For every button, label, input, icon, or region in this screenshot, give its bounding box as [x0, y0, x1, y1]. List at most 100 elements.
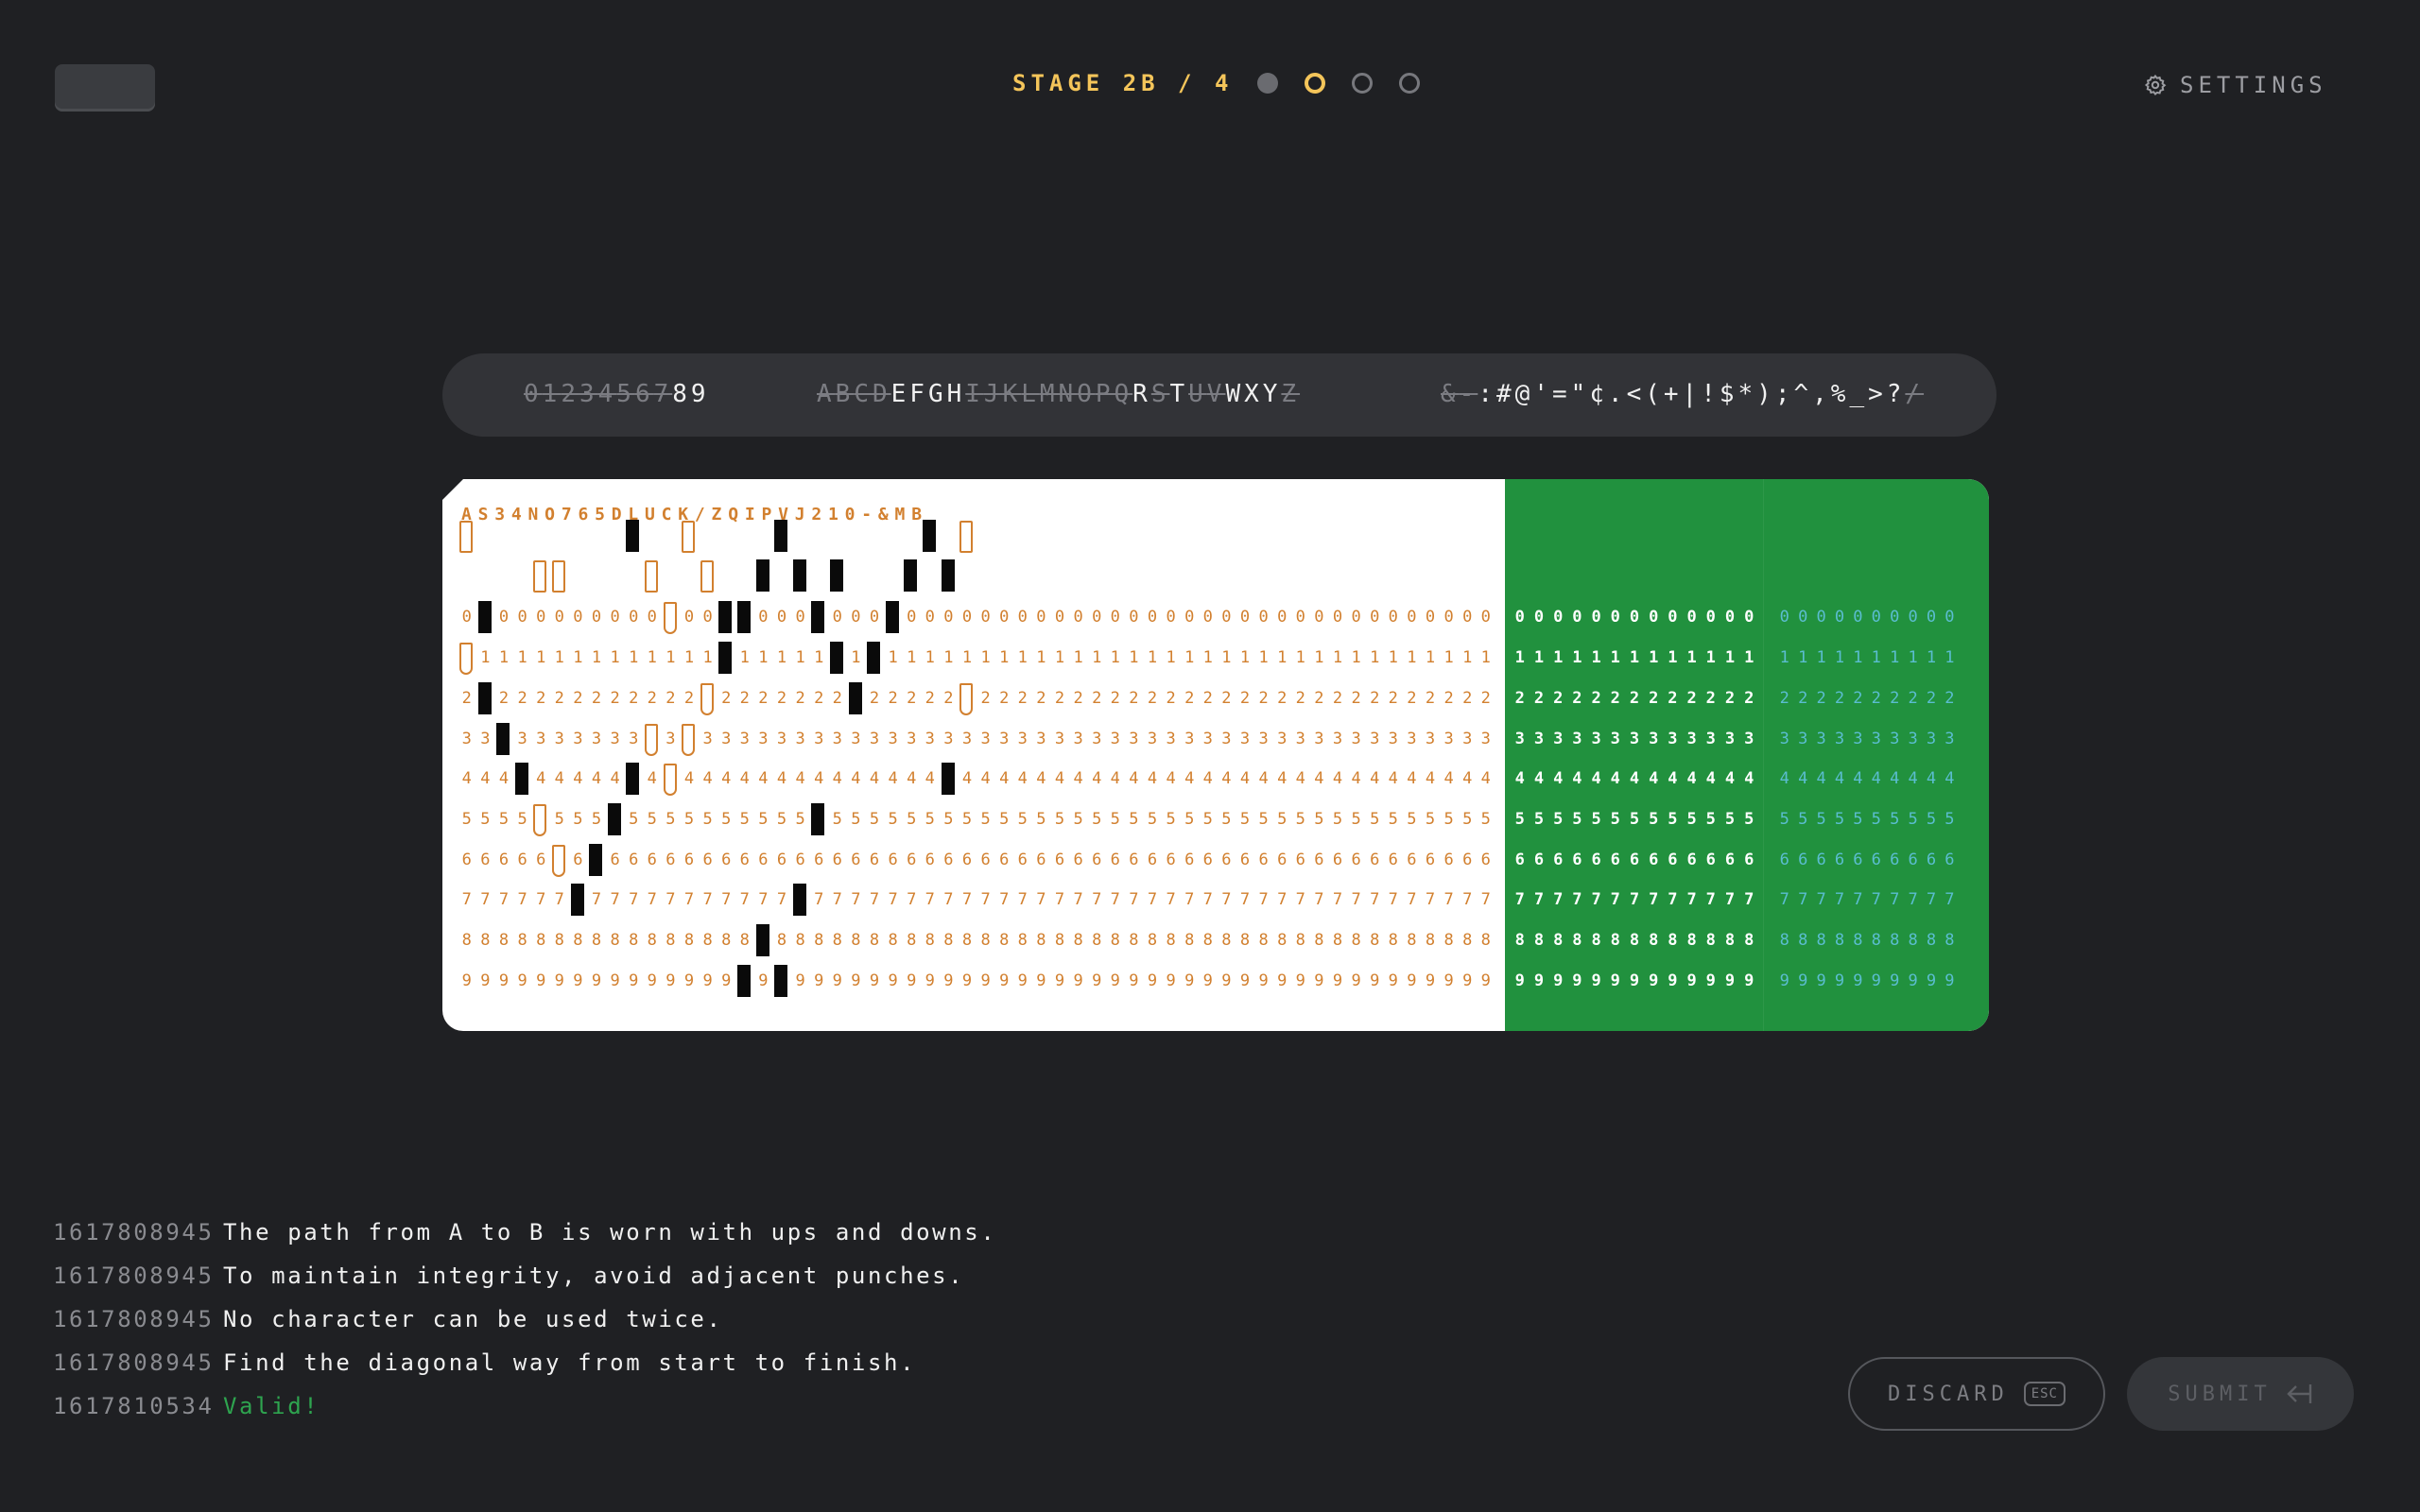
- card-digit[interactable]: 1: [1403, 644, 1422, 672]
- card-digit[interactable]: 4: [865, 765, 884, 793]
- card-digit[interactable]: 5: [791, 805, 810, 833]
- card-digit[interactable]: 3: [1291, 725, 1310, 753]
- card-punch[interactable]: [718, 601, 733, 633]
- card-digit[interactable]: 3: [1477, 725, 1495, 753]
- card-digit[interactable]: 7: [550, 885, 569, 914]
- card-digit[interactable]: 9: [1458, 967, 1477, 995]
- card-digit[interactable]: 5: [1106, 805, 1125, 833]
- card-digit[interactable]: 0: [1291, 603, 1310, 631]
- card-digit[interactable]: 7: [884, 885, 903, 914]
- card-digit[interactable]: 8: [902, 926, 921, 954]
- card-digit[interactable]: 7: [680, 885, 699, 914]
- card-digit[interactable]: 0: [1440, 603, 1459, 631]
- card-punch[interactable]: [830, 642, 843, 674]
- card-digit[interactable]: 9: [994, 967, 1013, 995]
- card-digit[interactable]: 5: [772, 805, 791, 833]
- card-digit[interactable]: 5: [550, 805, 569, 833]
- card-digit[interactable]: 3: [550, 725, 569, 753]
- card-digit[interactable]: 3: [828, 725, 847, 753]
- card-digit[interactable]: 9: [1384, 967, 1403, 995]
- card-digit[interactable]: 0: [1384, 603, 1403, 631]
- card-digit[interactable]: 6: [1310, 846, 1329, 874]
- card-digit[interactable]: 6: [662, 846, 681, 874]
- card-digit[interactable]: 9: [624, 967, 643, 995]
- card-digit[interactable]: 9: [940, 967, 959, 995]
- card-digit[interactable]: 7: [1458, 885, 1477, 914]
- card-digit[interactable]: 5: [1162, 805, 1181, 833]
- card-punch[interactable]: [792, 884, 806, 916]
- card-digit[interactable]: 4: [1421, 765, 1440, 793]
- card-digit[interactable]: 1: [902, 644, 921, 672]
- card-digit[interactable]: 7: [624, 885, 643, 914]
- card-digit[interactable]: 1: [606, 644, 625, 672]
- card-digit[interactable]: 0: [680, 603, 699, 631]
- card-digit[interactable]: 1: [1310, 644, 1329, 672]
- card-digit[interactable]: 3: [958, 725, 977, 753]
- card-digit[interactable]: 4: [1477, 765, 1495, 793]
- card-punch[interactable]: [774, 965, 788, 997]
- card-digit[interactable]: 2: [828, 684, 847, 713]
- card-digit[interactable]: 6: [1458, 846, 1477, 874]
- card-digit[interactable]: 5: [458, 805, 476, 833]
- card-digit[interactable]: 6: [1199, 846, 1218, 874]
- card-digit[interactable]: 4: [531, 765, 550, 793]
- card-digit[interactable]: 7: [1143, 885, 1162, 914]
- card-digit[interactable]: 2: [977, 684, 995, 713]
- card-digit[interactable]: 4: [1254, 765, 1273, 793]
- card-digit[interactable]: 9: [1403, 967, 1422, 995]
- card-digit[interactable]: 9: [717, 967, 735, 995]
- settings-button[interactable]: SETTINGS: [2144, 72, 2327, 98]
- card-digit[interactable]: 3: [994, 725, 1013, 753]
- card-digit[interactable]: 1: [1347, 644, 1366, 672]
- card-digit[interactable]: 8: [1236, 926, 1254, 954]
- card-digit[interactable]: 6: [921, 846, 940, 874]
- card-digit[interactable]: 2: [606, 684, 625, 713]
- card-digit[interactable]: 7: [1328, 885, 1347, 914]
- card-hole-marker[interactable]: [663, 602, 677, 634]
- card-digit[interactable]: 6: [717, 846, 735, 874]
- card-digit[interactable]: 6: [1272, 846, 1291, 874]
- card-digit[interactable]: 4: [680, 765, 699, 793]
- card-digit[interactable]: 3: [754, 725, 773, 753]
- card-digit[interactable]: 4: [884, 765, 903, 793]
- card-digit[interactable]: 1: [1440, 644, 1459, 672]
- card-digit[interactable]: 0: [531, 603, 550, 631]
- card-digit[interactable]: 8: [1365, 926, 1384, 954]
- card-digit[interactable]: 6: [1125, 846, 1144, 874]
- card-digit[interactable]: 6: [699, 846, 717, 874]
- card-digit[interactable]: 6: [1403, 846, 1422, 874]
- card-digit[interactable]: 9: [643, 967, 662, 995]
- card-digit[interactable]: 6: [1013, 846, 1032, 874]
- card-digit[interactable]: 9: [1236, 967, 1254, 995]
- card-digit[interactable]: 2: [1032, 684, 1051, 713]
- card-digit[interactable]: 0: [458, 603, 476, 631]
- card-digit[interactable]: 8: [940, 926, 959, 954]
- card-digit[interactable]: 1: [1199, 644, 1218, 672]
- card-digit[interactable]: 6: [1032, 846, 1051, 874]
- card-digit[interactable]: 3: [1050, 725, 1069, 753]
- card-digit[interactable]: 4: [606, 765, 625, 793]
- card-digit[interactable]: 5: [513, 805, 532, 833]
- card-digit[interactable]: 5: [1218, 805, 1236, 833]
- card-digit[interactable]: 9: [494, 967, 513, 995]
- card-digit[interactable]: 2: [550, 684, 569, 713]
- card-digit[interactable]: 9: [1421, 967, 1440, 995]
- card-digit[interactable]: 1: [884, 644, 903, 672]
- card-digit[interactable]: 3: [1180, 725, 1199, 753]
- card-digit[interactable]: 2: [494, 684, 513, 713]
- card-digit[interactable]: 0: [550, 603, 569, 631]
- card-digit[interactable]: 1: [531, 644, 550, 672]
- card-digit[interactable]: 4: [754, 765, 773, 793]
- card-digit[interactable]: 5: [476, 805, 495, 833]
- card-digit[interactable]: 2: [754, 684, 773, 713]
- card-hole-marker[interactable]: [552, 845, 565, 877]
- card-digit[interactable]: 0: [513, 603, 532, 631]
- card-hole-marker[interactable]: [459, 521, 473, 553]
- card-digit[interactable]: 9: [1069, 967, 1088, 995]
- card-digit[interactable]: 9: [921, 967, 940, 995]
- card-digit[interactable]: 5: [1272, 805, 1291, 833]
- card-digit[interactable]: 9: [680, 967, 699, 995]
- card-digit[interactable]: 3: [940, 725, 959, 753]
- card-digit[interactable]: 9: [587, 967, 606, 995]
- card-punch[interactable]: [811, 803, 825, 835]
